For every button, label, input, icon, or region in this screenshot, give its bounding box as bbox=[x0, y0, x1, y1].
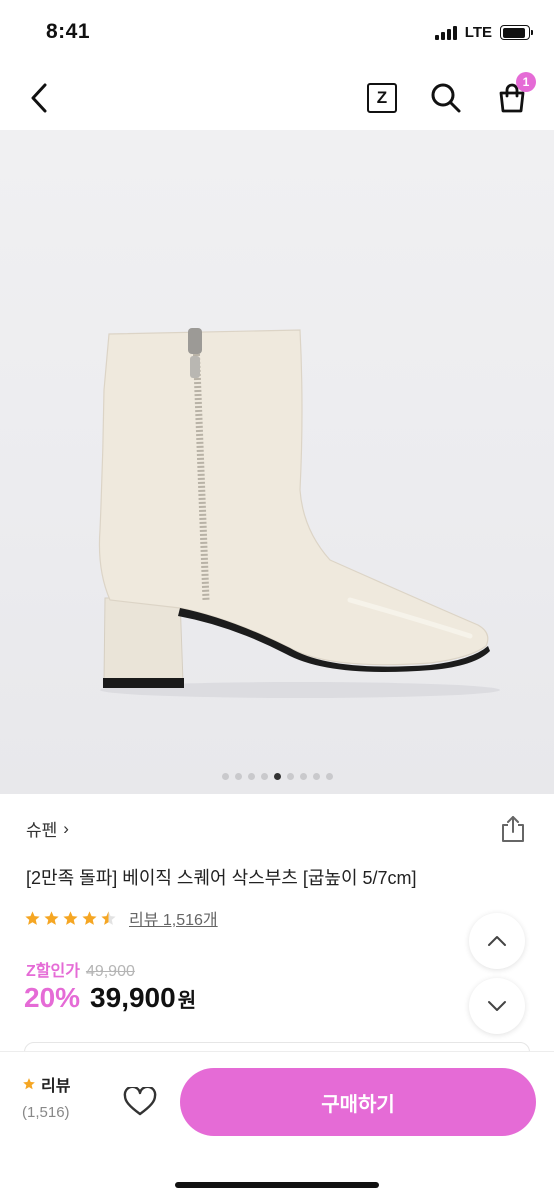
carousel-dot bbox=[299, 773, 307, 780]
scroll-down-button[interactable] bbox=[469, 978, 525, 1034]
price-row: 20% 39,900 원 bbox=[24, 982, 196, 1014]
brand-link[interactable]: 슈펜 › bbox=[26, 816, 69, 841]
share-button[interactable] bbox=[499, 814, 527, 844]
back-button[interactable] bbox=[20, 78, 60, 118]
carousel-dot bbox=[221, 773, 229, 780]
status-indicators: LTE bbox=[434, 24, 533, 41]
product-title: [2만족 돌파] 베이직 스퀘어 삭스부츠 [굽높이 5/7cm] bbox=[26, 868, 417, 888]
review-summary-count: (1,516) bbox=[22, 1104, 70, 1121]
currency-unit: 원 bbox=[177, 990, 197, 1012]
battery-level bbox=[502, 27, 525, 38]
price-label-row: Z할인가 49,900 bbox=[26, 957, 135, 981]
search-button[interactable] bbox=[426, 78, 466, 118]
chevron-right-icon: › bbox=[63, 818, 69, 838]
carousel-dot bbox=[286, 773, 294, 780]
product-image-carousel[interactable] bbox=[0, 130, 554, 794]
chevron-left-icon bbox=[31, 83, 47, 113]
carousel-indicator bbox=[0, 773, 554, 780]
buy-button[interactable]: 구매하기 bbox=[180, 1068, 536, 1136]
star-icon bbox=[101, 910, 116, 925]
final-price-value: 39,900 bbox=[90, 982, 176, 1013]
battery-icon bbox=[500, 25, 533, 40]
carousel-dot bbox=[273, 773, 281, 780]
star-icon bbox=[25, 910, 40, 925]
star-icon bbox=[23, 1078, 35, 1090]
rating-stars bbox=[24, 910, 117, 927]
star-icon bbox=[63, 910, 78, 925]
carousel-dot bbox=[260, 773, 268, 780]
status-time: 8:41 bbox=[46, 20, 91, 43]
bottom-action-bar: 리뷰 (1,516) 구매하기 bbox=[0, 1052, 554, 1200]
discount-rate: 20% bbox=[24, 982, 81, 1013]
scroll-up-button[interactable] bbox=[469, 913, 525, 969]
review-count-link[interactable]: 리뷰 1,516개 bbox=[129, 906, 218, 930]
final-price: 39,900 원 bbox=[90, 982, 196, 1014]
star-icon bbox=[44, 910, 59, 925]
heart-icon bbox=[123, 1087, 157, 1116]
carousel-dot bbox=[325, 773, 333, 780]
star-icon bbox=[82, 910, 97, 925]
z-discount-label: Z할인가 bbox=[26, 963, 80, 980]
carousel-dot bbox=[312, 773, 320, 780]
cart-count-badge: 1 bbox=[516, 72, 536, 92]
zigzag-logo-icon: Z bbox=[367, 83, 397, 113]
network-type: LTE bbox=[464, 24, 492, 41]
boot-image bbox=[98, 328, 500, 698]
carousel-dot bbox=[234, 773, 242, 780]
chevron-up-icon bbox=[488, 936, 506, 946]
status-bar: 8:41 LTE bbox=[0, 0, 554, 64]
zigzag-letter: Z bbox=[376, 88, 388, 107]
brand-name: 슈펜 bbox=[26, 821, 58, 840]
top-nav-bar: Z 1 bbox=[0, 64, 554, 130]
carousel-dot bbox=[247, 773, 255, 780]
chevron-down-icon bbox=[488, 1001, 506, 1011]
signal-icon bbox=[434, 25, 457, 40]
search-icon bbox=[431, 83, 461, 113]
original-price: 49,900 bbox=[85, 963, 135, 980]
share-icon bbox=[502, 816, 524, 842]
home-indicator bbox=[175, 1182, 379, 1188]
review-summary-label: 리뷰 bbox=[41, 1078, 71, 1095]
rating-row: 리뷰 1,516개 bbox=[24, 906, 218, 930]
wishlist-button[interactable] bbox=[120, 1082, 160, 1122]
cart-button[interactable]: 1 bbox=[492, 72, 536, 118]
zigzag-home-button[interactable]: Z bbox=[362, 78, 402, 118]
review-summary-button[interactable]: 리뷰 (1,516) bbox=[22, 1072, 70, 1121]
